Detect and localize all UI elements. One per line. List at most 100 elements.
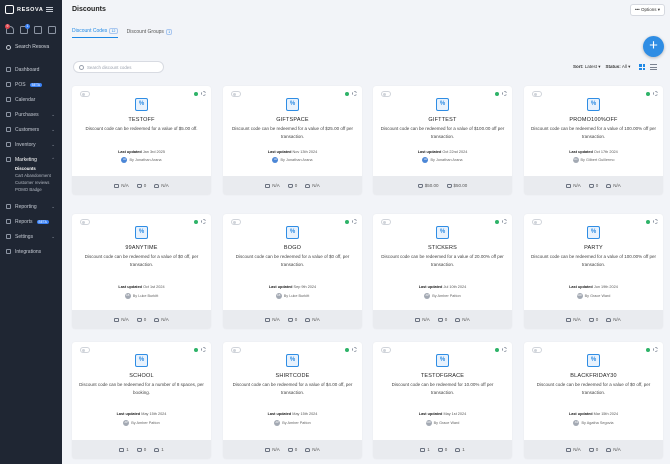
tab-discount-groups[interactable]: Discount Groups 1 — [127, 28, 173, 38]
sidebar-search[interactable]: Search Resova — [6, 44, 49, 50]
gear-icon[interactable] — [201, 347, 206, 352]
author-name: By Amber Patton — [131, 421, 160, 425]
brand-logo[interactable]: RESOVA — [5, 5, 43, 14]
submenu-discounts[interactable]: Discounts — [15, 166, 36, 171]
last-updated-label: Last updated — [569, 285, 593, 289]
discount-card[interactable]: % BOGO Discount code can be redeemed for… — [223, 214, 362, 329]
discount-card[interactable]: % SCHOOL Discount code can be redeemed f… — [72, 342, 211, 459]
add-discount-button[interactable]: + — [643, 36, 664, 57]
discount-card[interactable]: % GIFTTEST Discount code can be redeemed… — [373, 86, 512, 195]
tab-discount-codes[interactable]: Discount Codes 12 — [72, 28, 118, 38]
stat-value: N/A — [462, 317, 470, 322]
gear-icon[interactable] — [653, 91, 658, 96]
notifications-icon[interactable]: 9 — [5, 24, 14, 34]
gear-icon[interactable] — [653, 219, 658, 224]
status-dropdown[interactable]: Status: All ▾ — [606, 64, 631, 70]
status-toggle[interactable] — [381, 347, 391, 353]
submenu-cart-abandonment[interactable]: Cart Abandonment — [15, 173, 51, 178]
gear-icon[interactable] — [352, 219, 357, 224]
card-stat: 0 — [437, 317, 447, 322]
sidebar-item-purchases[interactable]: Purchases ⌄ — [0, 110, 62, 119]
avatar: JA — [121, 157, 128, 163]
status-toggle[interactable] — [80, 347, 90, 353]
gear-icon[interactable] — [352, 347, 357, 352]
sidebar-item-label: Reporting — [15, 203, 37, 210]
sidebar-item-reporting[interactable]: Reporting ⌄ — [0, 202, 62, 211]
sidebar: RESOVA 9 1 Search Resova Dashboard POS BE… — [0, 0, 62, 464]
gear-icon[interactable] — [502, 219, 507, 224]
bag-icon — [287, 447, 293, 452]
apps-icon[interactable] — [48, 26, 56, 34]
status-toggle[interactable] — [532, 219, 542, 225]
discount-card[interactable]: % SHIRTCODE Discount code can be redeeme… — [223, 342, 362, 459]
status-toggle[interactable] — [231, 347, 241, 353]
gear-icon[interactable] — [502, 91, 507, 96]
calendar-quick-icon[interactable] — [34, 26, 42, 34]
discount-card[interactable]: % PARTY Discount code can be redeemed fo… — [524, 214, 663, 329]
discount-card[interactable]: % STICKERS Discount code can be redeemed… — [373, 214, 512, 329]
discount-card[interactable]: % PROMO100%OFF Discount code can be rede… — [524, 86, 663, 195]
gear-icon[interactable] — [201, 91, 206, 96]
grid-view-icon[interactable] — [639, 64, 645, 70]
discount-code: SCHOOL — [129, 373, 154, 379]
status-toggle[interactable] — [80, 91, 90, 97]
card-stat: N/A — [265, 183, 280, 188]
tab-count-badge: 1 — [165, 28, 173, 35]
discount-card[interactable]: % GIFTSPACE Discount code can be redeeme… — [223, 86, 362, 195]
gear-icon[interactable] — [352, 91, 357, 96]
status-toggle[interactable] — [381, 219, 391, 225]
last-updated-label: Last updated — [268, 285, 293, 289]
discount-code: BLACKFRIDAY30 — [570, 373, 617, 379]
sidebar-item-dashboard[interactable]: Dashboard — [0, 65, 62, 74]
avatar: GW — [425, 420, 432, 426]
submenu-pomo-badge[interactable]: POMO Badge — [15, 187, 42, 192]
status-toggle[interactable] — [231, 219, 241, 225]
status-toggle[interactable] — [532, 91, 542, 97]
sidebar-item-inventory[interactable]: Inventory ⌄ — [0, 140, 62, 149]
gear-icon[interactable] — [653, 347, 658, 352]
discount-card[interactable]: % 99ANYTIME Discount code can be redeeme… — [72, 214, 211, 329]
sidebar-item-reports[interactable]: Reports BETA — [0, 217, 62, 226]
card-stat: 0 — [287, 317, 297, 322]
updated-by: JA By Jonathan Arana — [373, 157, 512, 163]
author-name: By Jonathan Arana — [129, 158, 162, 162]
gear-icon[interactable] — [201, 219, 206, 224]
gear-icon[interactable] — [502, 347, 507, 352]
avatar: JA — [272, 157, 279, 163]
status-toggle[interactable] — [532, 347, 542, 353]
ticket-icon — [265, 447, 271, 452]
sort-dropdown[interactable]: Sort: Latest ▾ — [573, 64, 601, 70]
status-toggle[interactable] — [231, 91, 241, 97]
list-view-icon[interactable] — [650, 64, 657, 70]
ticket-icon — [114, 317, 120, 322]
sidebar-item-integrations[interactable]: Integrations — [0, 247, 62, 256]
avatar: AP — [123, 420, 130, 426]
card-stat: N/A — [566, 183, 581, 188]
stat-value: N/A — [613, 183, 621, 188]
search-input[interactable] — [87, 64, 159, 70]
sidebar-item-calendar[interactable]: Calendar — [0, 95, 62, 104]
options-dropdown[interactable]: ••• Options ▾ — [629, 4, 665, 16]
last-updated-label: Last updated — [418, 412, 443, 416]
bag-icon — [588, 447, 594, 452]
sidebar-item-marketing[interactable]: Marketing ⌃ — [0, 155, 62, 164]
stat-value: N/A — [272, 317, 280, 322]
discount-tag-icon: % — [286, 226, 299, 239]
marketing-icon — [6, 157, 11, 162]
sidebar-item-settings[interactable]: Settings ⌄ — [0, 232, 62, 241]
discount-card[interactable]: % TESTOFGRACE Discount code can be redee… — [373, 342, 512, 459]
discount-description: Discount code can be redeemed for a valu… — [380, 126, 505, 139]
status-toggle[interactable] — [381, 91, 391, 97]
submenu-customer-reviews[interactable]: Customer reviews — [15, 180, 49, 185]
discount-card[interactable]: % TESTOFF Discount code can be redeemed … — [72, 86, 211, 195]
card-stat: N/A — [305, 317, 320, 322]
menu-toggle-icon[interactable] — [46, 7, 53, 12]
bag-icon — [136, 317, 142, 322]
messages-icon[interactable]: 1 — [20, 24, 30, 34]
discount-description: Discount code can be redeemed for a valu… — [531, 254, 656, 267]
sidebar-item-pos[interactable]: POS BETA — [0, 80, 62, 89]
status-toggle[interactable] — [80, 219, 90, 225]
sidebar-item-customers[interactable]: Customers ⌄ — [0, 125, 62, 134]
customers-icon — [6, 127, 11, 132]
discount-card[interactable]: % BLACKFRIDAY30 Discount code can be red… — [524, 342, 663, 459]
